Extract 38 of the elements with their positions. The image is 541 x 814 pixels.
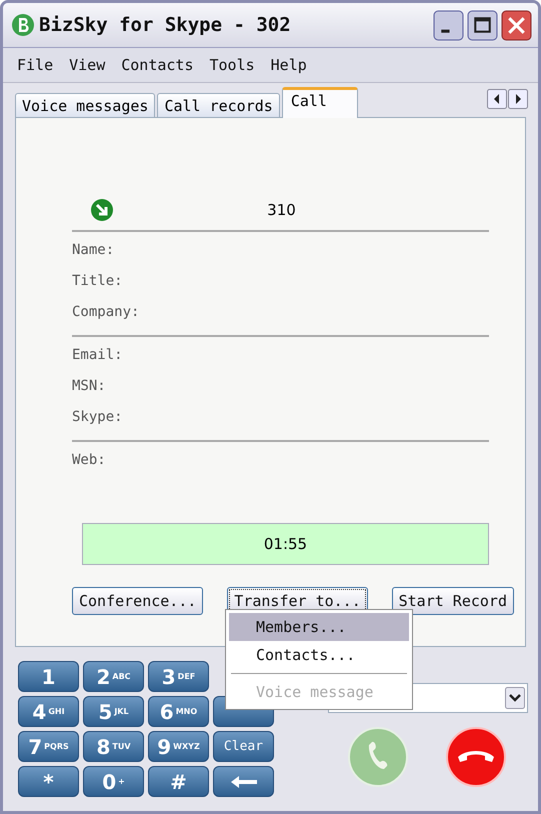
menu-item[interactable]: View xyxy=(69,56,106,74)
keypad-key[interactable]: * xyxy=(18,766,79,797)
menu-item[interactable]: File xyxy=(17,56,54,74)
scroll-right-icon[interactable] xyxy=(508,89,528,109)
menu-item[interactable]: Members... xyxy=(229,613,409,641)
field-label: Skype: xyxy=(72,408,124,427)
keypad-key[interactable]: # xyxy=(148,766,209,797)
call-timer: 01:55 xyxy=(82,523,489,565)
minimize-icon[interactable] xyxy=(433,10,464,40)
keypad-key[interactable]: 0+ xyxy=(83,766,144,797)
scroll-left-icon[interactable] xyxy=(487,89,507,109)
maximize-icon[interactable] xyxy=(467,10,498,40)
menu-item[interactable]: Tools xyxy=(210,56,255,74)
logo-icon xyxy=(11,13,35,37)
action-button[interactable]: Start Record xyxy=(392,587,514,615)
keypad-key[interactable]: Clear xyxy=(213,731,274,762)
keypad-key[interactable]: 1 xyxy=(18,661,79,692)
hang-up-icon[interactable] xyxy=(446,727,506,787)
menu-item[interactable]: Help xyxy=(270,56,307,74)
tab[interactable]: Call records xyxy=(157,93,280,117)
caret-icon[interactable] xyxy=(505,686,525,710)
caller-number: 310 xyxy=(266,201,297,219)
field-label: Name: xyxy=(72,241,116,260)
backspace-key[interactable] xyxy=(213,766,274,797)
backspace-icon xyxy=(228,774,258,788)
field-label: Title: xyxy=(72,272,124,291)
close-icon[interactable] xyxy=(501,10,532,40)
field-label: Company: xyxy=(72,303,140,322)
field-label: MSN: xyxy=(72,377,107,396)
tab[interactable]: Call xyxy=(282,87,358,118)
tab[interactable]: Voice messages xyxy=(15,93,156,117)
incoming-call-icon xyxy=(90,198,114,222)
menu-item[interactable]: Contacts xyxy=(121,56,194,74)
field-label: Web: xyxy=(72,451,107,470)
field-label: Email: xyxy=(72,346,124,365)
menu-item[interactable]: Contacts... xyxy=(229,641,409,669)
action-button[interactable]: Conference... xyxy=(72,587,204,615)
window-title: BizSky for Skype - 302 xyxy=(39,14,292,36)
